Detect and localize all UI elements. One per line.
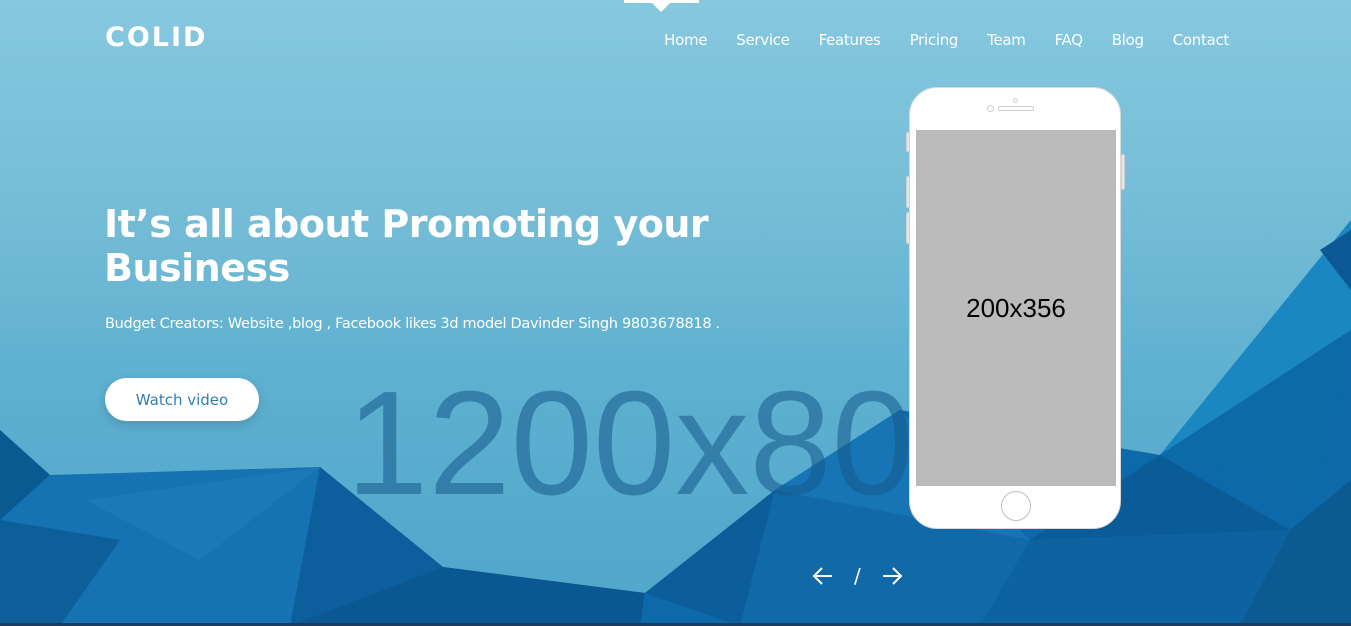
nav-item-team[interactable]: Team (987, 31, 1026, 49)
nav-item-contact[interactable]: Contact (1173, 31, 1230, 49)
phone-home-button (1001, 491, 1031, 521)
brand-logo[interactable]: COLID (105, 22, 207, 53)
phone-mute-switch (906, 132, 910, 152)
phone-mockup: 200x356 (906, 87, 1125, 529)
nav-item-home[interactable]: Home (664, 31, 707, 49)
watch-video-button[interactable]: Watch video (105, 378, 259, 421)
polygon-background (0, 220, 1351, 626)
nav-item-blog[interactable]: Blog (1112, 31, 1144, 49)
nav-active-indicator-arrow (652, 3, 670, 12)
phone-sensor (1013, 98, 1018, 103)
main-nav: Home Service Features Pricing Team FAQ B… (635, 31, 1229, 49)
nav-item-features[interactable]: Features (819, 31, 881, 49)
background-placeholder-label: 1200x800 (346, 370, 908, 518)
phone-volume-up (906, 176, 910, 208)
phone-power-button (1121, 154, 1125, 190)
nav-item-pricing[interactable]: Pricing (910, 31, 959, 49)
slider-controls: / (812, 562, 903, 590)
hero-subtext: Budget Creators: Website ,blog , Faceboo… (105, 316, 720, 332)
nav-item-service[interactable]: Service (736, 31, 790, 49)
arrow-left-icon[interactable] (812, 562, 834, 590)
phone-screen-label: 200x356 (966, 292, 1066, 323)
nav-item-faq[interactable]: FAQ (1055, 31, 1083, 49)
arrow-right-icon[interactable] (881, 562, 903, 590)
hero-headline: It’s all about Promoting your Business (104, 202, 709, 290)
phone-camera-icon (987, 105, 994, 112)
phone-screen-placeholder: 200x356 (916, 130, 1116, 486)
slider-separator: / (854, 564, 861, 588)
hero-section: 1200x800 COLID Home Service Features Pri… (0, 0, 1351, 626)
phone-volume-down (906, 212, 910, 244)
phone-speaker (998, 106, 1034, 111)
